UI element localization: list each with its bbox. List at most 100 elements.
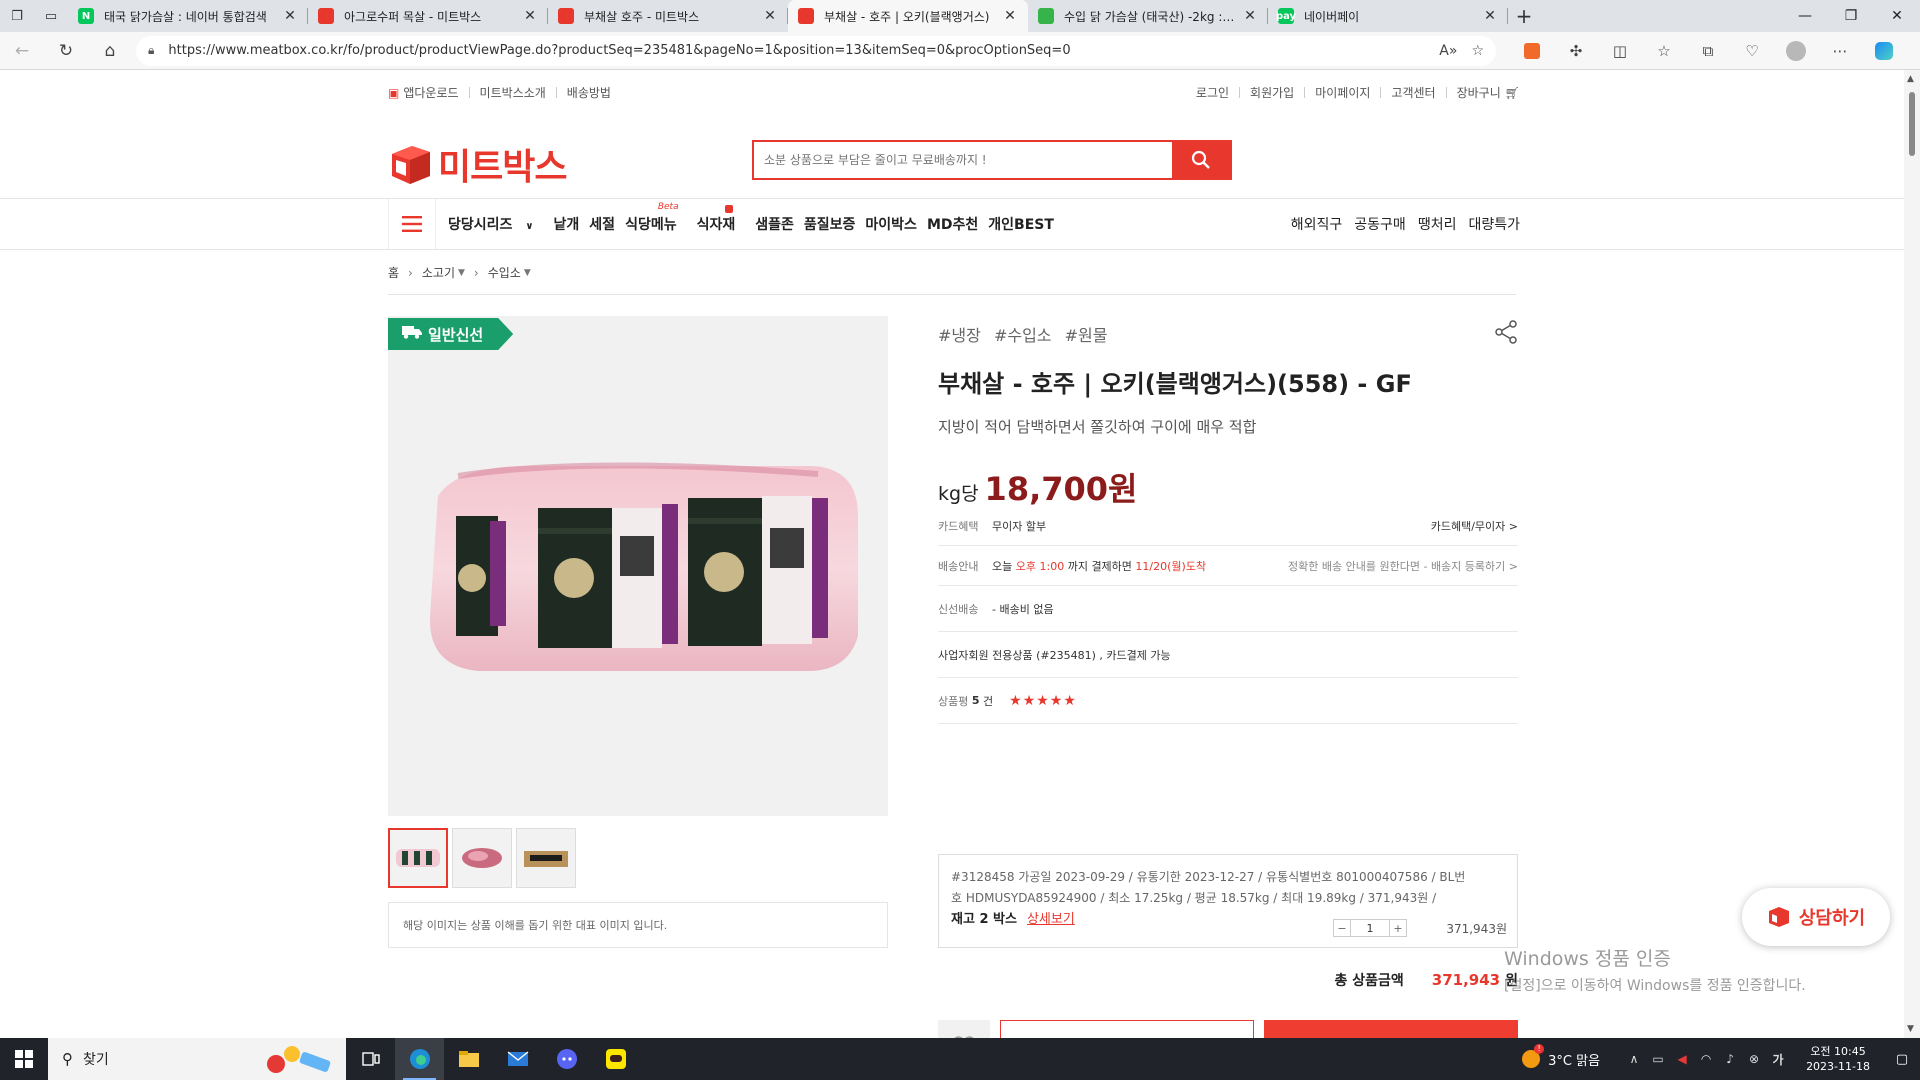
- customer-center-link[interactable]: 고객센터: [1391, 84, 1435, 101]
- gnb-item-md-pick[interactable]: MD추천: [927, 214, 978, 234]
- detail-link[interactable]: 상세보기: [1027, 912, 1075, 927]
- dropdown-arrow-icon[interactable]: ▼: [524, 268, 531, 278]
- login-link[interactable]: 로그인: [1196, 84, 1229, 101]
- profile-avatar[interactable]: [1774, 40, 1818, 61]
- gnb-item-dangdang[interactable]: 당당시리즈 ∨: [448, 214, 544, 234]
- home-icon[interactable]: ⌂: [88, 41, 132, 61]
- tag[interactable]: #수입소: [994, 326, 1052, 345]
- share-icon[interactable]: [1494, 320, 1518, 348]
- mail-icon[interactable]: [493, 1038, 542, 1080]
- thumbnail-3[interactable]: [516, 828, 576, 888]
- favorite-star-icon[interactable]: ☆: [1471, 43, 1484, 59]
- browser-essentials-icon[interactable]: ♡: [1730, 42, 1774, 60]
- gnb-item-bulk[interactable]: 대량특가: [1468, 214, 1520, 234]
- ime-icon[interactable]: 가: [1766, 1051, 1790, 1068]
- wifi-icon[interactable]: ◠: [1694, 1052, 1718, 1066]
- card-benefit-link[interactable]: 카드혜택/무이자 >: [1431, 518, 1518, 534]
- edge-browser-icon[interactable]: [395, 1038, 444, 1080]
- browser-tab[interactable]: 수입 닭 가슴살 (태국산) -2kg : 고 ✕: [1028, 0, 1268, 32]
- clock[interactable]: 오전 10:45 2023-11-18: [1806, 1044, 1870, 1074]
- extensions-puzzle-icon[interactable]: ✣: [1554, 42, 1598, 60]
- browser-tab[interactable]: 부채살 호주 - 미트박스 ✕: [548, 0, 788, 32]
- hamburger-menu-icon[interactable]: [388, 199, 436, 249]
- tab-close-icon[interactable]: ✕: [1482, 8, 1498, 24]
- tab-close-icon[interactable]: ✕: [522, 8, 538, 24]
- quantity-value[interactable]: 1: [1350, 920, 1390, 936]
- gnb-item-clearance[interactable]: 땡처리: [1418, 214, 1457, 234]
- gnb-item-single[interactable]: 낱개: [554, 214, 580, 234]
- tab-close-icon[interactable]: ✕: [762, 8, 778, 24]
- volume-icon[interactable]: ♪: [1718, 1052, 1742, 1066]
- copilot-icon[interactable]: [1862, 41, 1906, 60]
- cart-icon[interactable]: 🛒︎: [1505, 86, 1520, 100]
- minus-icon[interactable]: −: [1334, 920, 1350, 936]
- browser-tab[interactable]: 부채살 - 호주 | 오키(블랙앵거스) ✕: [788, 0, 1028, 32]
- gnb-item-sample-zone[interactable]: 샘플존: [755, 214, 794, 234]
- tab-close-icon[interactable]: ✕: [1002, 8, 1018, 24]
- refresh-icon[interactable]: ↻: [44, 41, 88, 61]
- kakaotalk-icon[interactable]: [591, 1038, 640, 1080]
- tab-close-icon[interactable]: ✕: [1242, 8, 1258, 24]
- plus-icon[interactable]: +: [1390, 920, 1406, 936]
- browser-tab[interactable]: pay 네이버페이 ✕: [1268, 0, 1508, 32]
- dropdown-arrow-icon[interactable]: ▼: [458, 268, 465, 278]
- collections-icon[interactable]: ⧉: [1686, 42, 1730, 60]
- restore-button[interactable]: ❐: [1828, 0, 1874, 32]
- review-count[interactable]: 5: [972, 694, 980, 707]
- consult-button[interactable]: 상담하기: [1742, 888, 1890, 946]
- windows-start-icon[interactable]: [0, 1050, 48, 1068]
- taskbar-search[interactable]: ⚲ 찾기: [48, 1038, 346, 1080]
- thumbnail-2[interactable]: [452, 828, 512, 888]
- url-text[interactable]: https://www.meatbox.co.kr/fo/product/pro…: [168, 43, 1425, 58]
- tag[interactable]: #냉장: [938, 326, 981, 345]
- minimize-button[interactable]: —: [1782, 0, 1828, 32]
- app-download-link[interactable]: 앱다운로드: [403, 84, 458, 101]
- wishlist-button[interactable]: [938, 1020, 990, 1038]
- lock-icon[interactable]: 🔒︎: [148, 43, 154, 58]
- gnb-item-quality[interactable]: 품질보증: [804, 214, 856, 234]
- signup-link[interactable]: 회원가입: [1250, 84, 1294, 101]
- scroll-down-icon[interactable]: ▼: [1907, 1024, 1914, 1034]
- device-icon[interactable]: ▭: [1646, 1052, 1670, 1066]
- task-view-icon[interactable]: [346, 1038, 395, 1080]
- favorites-icon[interactable]: ☆: [1642, 42, 1686, 60]
- breadcrumb-beef[interactable]: 소고기: [422, 264, 455, 281]
- add-to-cart-button[interactable]: 장바구니 담기: [1000, 1020, 1254, 1038]
- speaker-icon[interactable]: ◀: [1670, 1052, 1694, 1066]
- breadcrumb-home[interactable]: 홈: [388, 264, 399, 281]
- browser-tab[interactable]: 아그로수퍼 목살 - 미트박스 ✕: [308, 0, 548, 32]
- mypage-link[interactable]: 마이페이지: [1315, 84, 1370, 101]
- gnb-item-best[interactable]: 개인BEST: [988, 214, 1054, 234]
- buy-now-button[interactable]: 구매하기: [1264, 1020, 1518, 1038]
- gnb-item-group-buy[interactable]: 공동구매: [1354, 214, 1406, 234]
- tag[interactable]: #원물: [1065, 326, 1108, 345]
- file-explorer-icon[interactable]: [444, 1038, 493, 1080]
- scrollbar-thumb[interactable]: [1909, 92, 1915, 156]
- gnb-item-sliced[interactable]: 세절: [589, 214, 615, 234]
- register-address-link[interactable]: 정확한 배송 안내를 원한다면 - 배송지 등록하기 >: [1288, 558, 1518, 574]
- browser-tab[interactable]: N 태국 닭가슴살 : 네이버 통합검색 ✕: [68, 0, 308, 32]
- gnb-item-mybox[interactable]: 마이박스: [865, 214, 917, 234]
- close-window-button[interactable]: ✕: [1874, 0, 1920, 32]
- workspaces-icon[interactable]: ❐: [0, 0, 34, 32]
- tab-close-icon[interactable]: ✕: [282, 8, 298, 24]
- search-button[interactable]: [1172, 142, 1230, 178]
- search-input[interactable]: [754, 142, 1172, 178]
- address-bar[interactable]: 🔒︎ https://www.meatbox.co.kr/fo/product/…: [136, 35, 1496, 66]
- page-scrollbar[interactable]: ▲ ▼: [1904, 70, 1920, 1038]
- gnb-item-ingredients[interactable]: 식자재: [697, 205, 746, 234]
- extension-icon[interactable]: [1510, 42, 1554, 59]
- back-icon[interactable]: ←: [0, 41, 44, 61]
- cart-link[interactable]: 장바구니: [1457, 84, 1501, 101]
- tab-actions-icon[interactable]: ▭: [34, 0, 68, 32]
- gnb-item-overseas[interactable]: 해외직구: [1291, 214, 1343, 234]
- weather-widget[interactable]: 3°C 맑음: [1522, 1044, 1600, 1069]
- thumbnail-1[interactable]: [388, 828, 448, 888]
- notification-icon[interactable]: ▢: [1884, 1052, 1920, 1067]
- delivery-method-link[interactable]: 배송방법: [567, 84, 611, 101]
- split-screen-icon[interactable]: ◫: [1598, 42, 1642, 60]
- about-link[interactable]: 미트박스소개: [480, 84, 546, 101]
- read-aloud-icon[interactable]: A»: [1439, 43, 1457, 59]
- scroll-up-icon[interactable]: ▲: [1907, 74, 1914, 84]
- settings-more-icon[interactable]: ⋯: [1818, 42, 1862, 60]
